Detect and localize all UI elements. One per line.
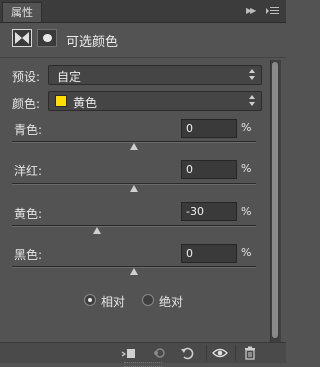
colors-dropdown[interactable]: 黄色: [48, 91, 262, 111]
bottom-toolbar: [0, 342, 286, 363]
color-swatch: [55, 95, 67, 107]
cyan-label: 青色:: [14, 123, 43, 137]
preset-value: 自定: [57, 70, 82, 84]
adjustment-icon[interactable]: [12, 29, 32, 47]
preset-label: 预设:: [12, 70, 41, 84]
yellow-input[interactable]: -30: [181, 202, 237, 221]
black-input[interactable]: 0: [181, 244, 237, 263]
preset-dropdown[interactable]: 自定: [48, 65, 262, 85]
dropdown-arrows-icon: [249, 69, 255, 81]
tab-properties[interactable]: 属性: [2, 2, 42, 22]
colors-value: 黄色: [73, 96, 98, 110]
yellow-slider-track[interactable]: [12, 225, 256, 227]
magenta-slider-thumb[interactable]: [130, 185, 138, 192]
yellow-label: 黄色:: [14, 207, 43, 221]
absolute-label[interactable]: 绝对: [159, 293, 183, 310]
visibility-eye-icon[interactable]: [210, 345, 230, 361]
clip-to-layer-icon[interactable]: [119, 345, 139, 361]
cyan-input[interactable]: 0: [181, 119, 237, 138]
toolbar-divider: [235, 345, 236, 361]
layer-mask-icon[interactable]: [37, 29, 57, 47]
panel-menu-icon[interactable]: [266, 5, 280, 17]
colors-label: 颜色:: [12, 97, 41, 111]
toolbar-divider: [206, 345, 207, 361]
yellow-unit: %: [241, 205, 252, 218]
black-slider-thumb[interactable]: [130, 268, 138, 275]
yellow-slider-thumb[interactable]: [93, 227, 102, 234]
magenta-unit: %: [241, 162, 252, 175]
relative-label[interactable]: 相对: [101, 293, 125, 310]
adjustment-title: 可选颜色: [66, 35, 119, 50]
dropdown-arrows-icon: [249, 95, 255, 107]
absolute-radio[interactable]: [142, 294, 154, 306]
scrollbar-thumb[interactable]: [272, 62, 278, 338]
black-unit: %: [241, 246, 252, 259]
resize-grip[interactable]: [124, 362, 162, 367]
black-label: 黑色:: [14, 248, 43, 262]
trash-icon[interactable]: [240, 345, 260, 361]
relative-radio[interactable]: [84, 294, 96, 306]
magenta-label: 洋红:: [14, 164, 43, 178]
properties-panel: 属性 ▶▶ 可选颜色 预设: 自定 颜色: 黄色 青色: 0 % 洋红: 0 %…: [0, 0, 286, 367]
panel-tab-bar: 属性 ▶▶: [0, 0, 286, 23]
view-previous-state-icon[interactable]: [150, 345, 170, 361]
magenta-input[interactable]: 0: [181, 160, 237, 179]
adjustment-title-row: 可选颜色: [0, 23, 286, 58]
cyan-slider-thumb[interactable]: [130, 143, 138, 150]
cyan-unit: %: [241, 121, 252, 134]
reset-icon[interactable]: [178, 345, 198, 361]
collapse-panel-icon[interactable]: ▶▶: [246, 5, 260, 17]
